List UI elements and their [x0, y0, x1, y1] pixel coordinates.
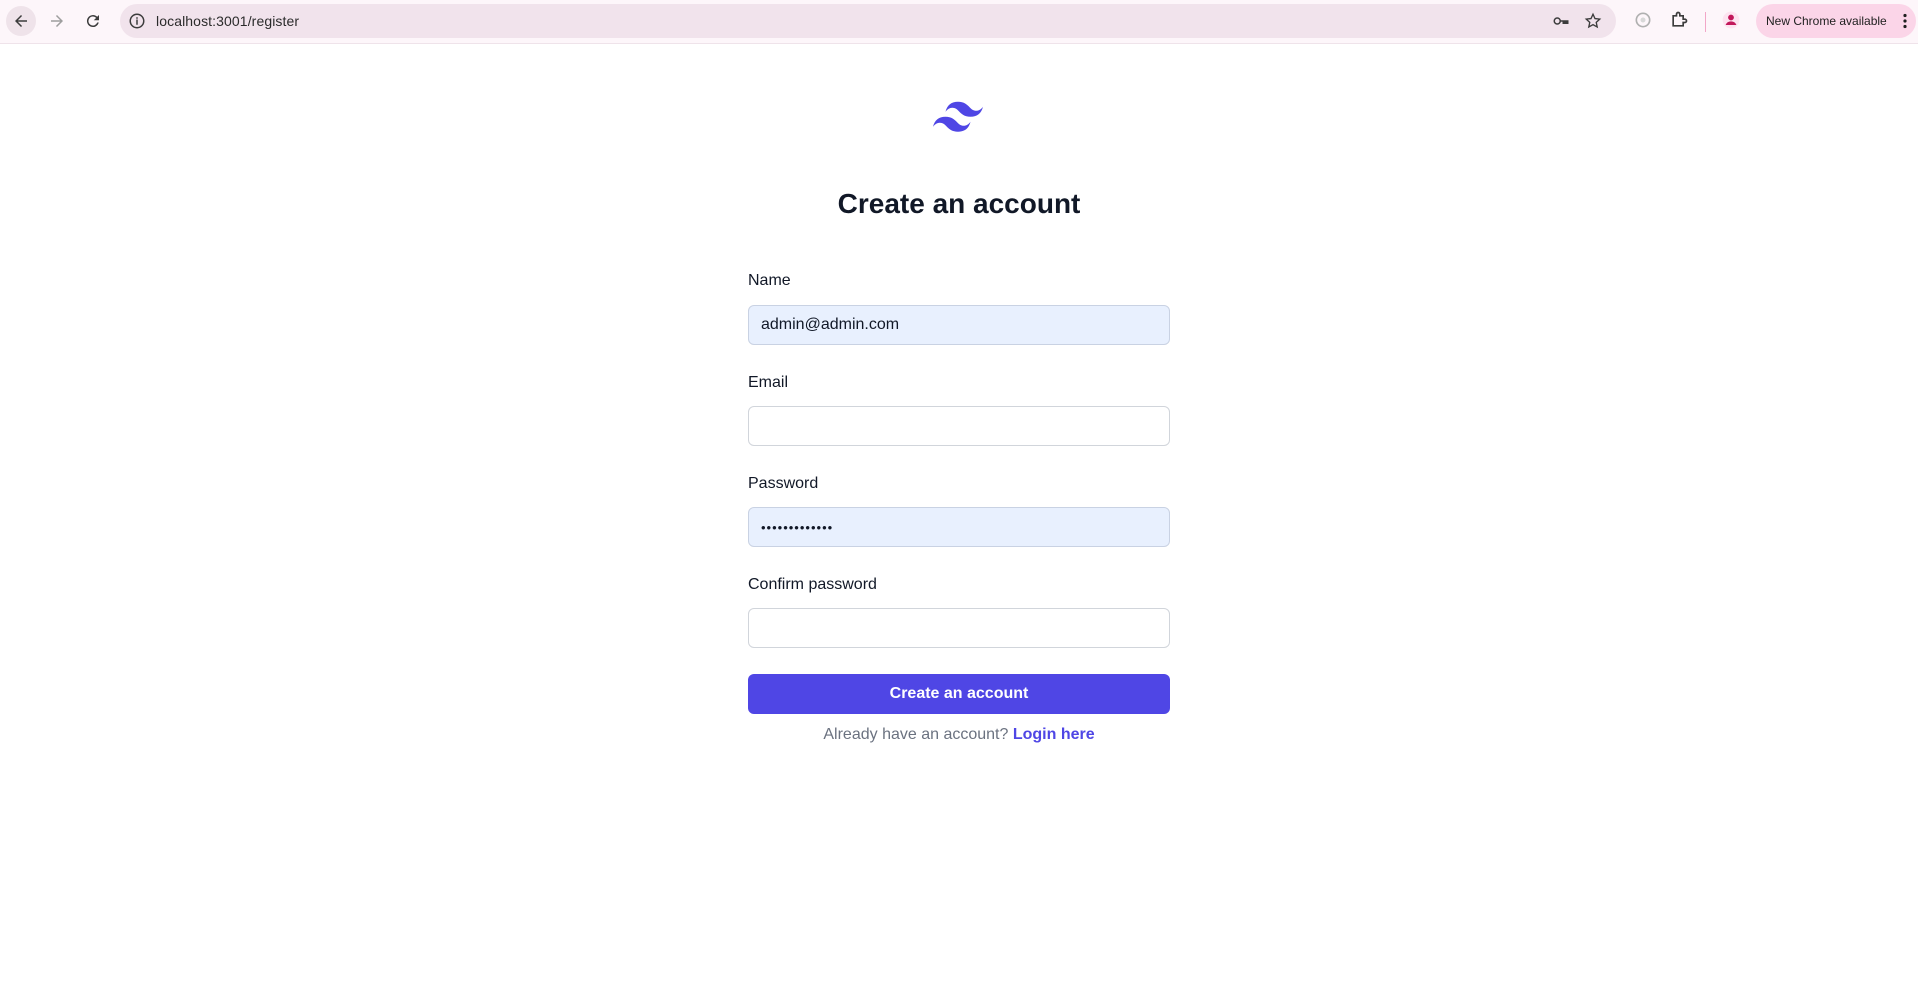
reload-icon	[86, 15, 99, 28]
site-info-icon[interactable]	[128, 12, 146, 30]
name-input[interactable]: admin@admin.com	[748, 305, 1170, 345]
password-input[interactable]: •••••••••••••	[748, 507, 1170, 547]
browser-toolbar: localhost:3001/register New Chrome avail…	[0, 0, 1918, 44]
signin-prompt: Already have an account? Login here	[748, 726, 1170, 744]
login-link[interactable]: Login here	[1013, 726, 1095, 743]
page-title: Create an account	[837, 188, 1081, 219]
bookmark-star-icon[interactable]	[1584, 12, 1602, 30]
extensions-puzzle-icon[interactable]	[1669, 10, 1689, 30]
profile-avatar-icon[interactable]	[1721, 10, 1741, 30]
update-label: New Chrome available	[1766, 14, 1887, 28]
create-account-button[interactable]: Create an account	[748, 674, 1170, 714]
reload-button[interactable]	[78, 6, 108, 36]
url-text[interactable]: localhost:3001/register	[156, 13, 299, 29]
email-label: Email	[748, 374, 789, 391]
name-label: Name	[748, 272, 791, 289]
back-button[interactable]	[6, 6, 36, 36]
tailwind-logo-icon	[933, 101, 983, 132]
signin-prompt-text: Already have an account?	[823, 726, 1009, 743]
toolbar-divider	[1705, 12, 1706, 32]
password-key-icon[interactable]	[1552, 12, 1570, 30]
more-menu-icon	[1903, 13, 1907, 29]
email-input[interactable]	[748, 406, 1170, 446]
media-icon[interactable]	[1633, 10, 1653, 30]
chrome-update-button[interactable]: New Chrome available	[1756, 4, 1916, 38]
back-arrow-icon	[15, 15, 27, 27]
confirm-password-input[interactable]	[748, 608, 1170, 648]
confirm-password-label: Confirm password	[748, 576, 877, 593]
address-bar[interactable]: localhost:3001/register	[120, 4, 1616, 38]
forward-arrow-icon	[51, 15, 63, 27]
password-label: Password	[748, 475, 819, 492]
forward-button[interactable]	[42, 6, 72, 36]
